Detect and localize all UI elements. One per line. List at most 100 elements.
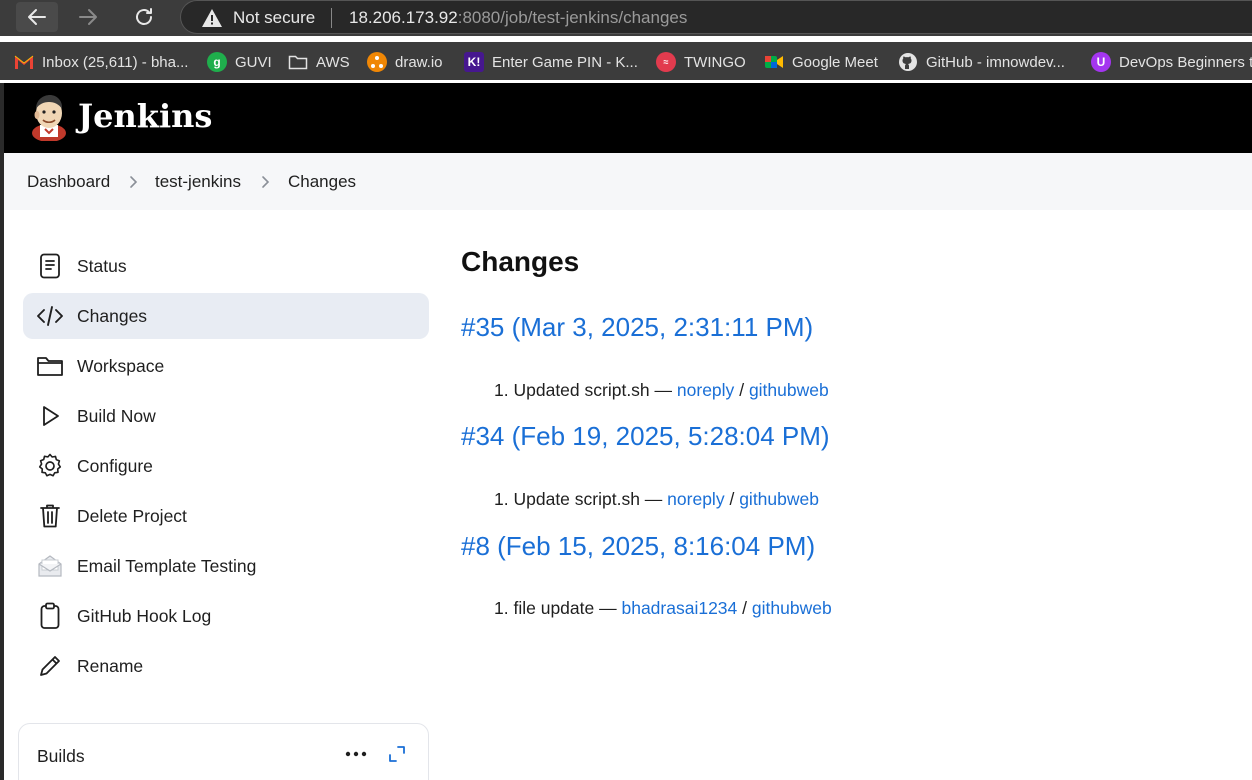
chevron-right-icon (130, 176, 138, 188)
build-8-link[interactable]: #8 (Feb 15, 2025, 8:16:04 PM) (461, 531, 815, 562)
expand-icon[interactable] (387, 744, 407, 764)
sidebar-item-github-hook-log[interactable]: GitHub Hook Log (23, 593, 429, 639)
kahoot-icon: K! (464, 52, 484, 72)
sidebar-item-label: Workspace (77, 355, 165, 376)
sidebar-item-label: Changes (77, 305, 148, 326)
separator: / (742, 598, 748, 618)
forward-button[interactable] (72, 2, 104, 32)
url-text[interactable]: 18.206.173.92:8080/job/test-jenkins/chan… (349, 8, 687, 28)
githubweb-link[interactable]: githubweb (752, 598, 832, 618)
change-entry: 1. file update — bhadrasai1234 / githubw… (494, 598, 832, 619)
browser-toolbar: Not secure 18.206.173.92:8080/job/test-j… (0, 0, 1252, 36)
bookmark-label: Google Meet (792, 53, 878, 71)
sidebar-item-configure[interactable]: Configure (23, 443, 429, 489)
app-title[interactable]: Jenkins (78, 97, 212, 135)
githubweb-link[interactable]: githubweb (749, 380, 829, 400)
sidebar-item-build-now[interactable]: Build Now (23, 393, 429, 439)
twingo-icon: ≈ (656, 52, 676, 72)
warning-icon[interactable] (201, 8, 223, 28)
status-icon (36, 252, 64, 280)
pencil-icon (36, 652, 64, 680)
arrow-left-icon (28, 9, 46, 25)
arrow-right-icon (79, 9, 97, 25)
builds-title: Builds (37, 746, 85, 766)
bookmark-label: TWINGO (684, 53, 746, 71)
gmail-icon (14, 52, 34, 72)
reload-button[interactable] (128, 2, 160, 32)
code-icon (36, 302, 64, 330)
jenkins-header: Jenkins (4, 83, 1252, 153)
trash-icon (36, 502, 64, 530)
change-entry: 1. Updated script.sh — noreply / githubw… (494, 380, 829, 401)
jenkins-logo-icon[interactable] (26, 93, 72, 141)
sidebar-item-status[interactable]: Status (23, 243, 429, 289)
change-entry: 1. Update script.sh — noreply / githubwe… (494, 489, 819, 510)
devops-icon: U (1091, 52, 1111, 72)
bookmark-drawio[interactable]: draw.io (367, 51, 443, 73)
list-number: 1. (494, 489, 509, 509)
sidebar-item-email-template-testing[interactable]: Email Template Testing (23, 543, 429, 589)
sidebar-item-label: Delete Project (77, 505, 187, 526)
build-35-link[interactable]: #35 (Mar 3, 2025, 2:31:11 PM) (461, 312, 813, 343)
build-34-link[interactable]: #34 (Feb 19, 2025, 5:28:04 PM) (461, 421, 830, 452)
sidebar-item-label: GitHub Hook Log (77, 605, 212, 626)
folder-icon (288, 52, 308, 72)
bookmark-label: Inbox (25,611) - bha... (42, 53, 189, 71)
breadcrumb: Dashboard test-jenkins Changes (4, 153, 1252, 210)
bookmark-meet[interactable]: Google Meet (764, 51, 878, 73)
not-secure-label[interactable]: Not secure (233, 8, 315, 28)
folder-icon (36, 352, 64, 380)
address-bar[interactable]: Not secure 18.206.173.92:8080/job/test-j… (180, 0, 1252, 34)
bookmark-devops[interactable]: U DevOps Beginners t... (1091, 51, 1252, 73)
author-link[interactable]: bhadrasai1234 (621, 598, 737, 618)
bookmark-label: AWS (316, 53, 350, 71)
separator: / (729, 489, 735, 509)
sidebar-item-label: Status (77, 255, 127, 276)
bookmark-label: draw.io (395, 53, 443, 71)
page-title: Changes (461, 246, 580, 277)
divider (331, 8, 332, 28)
sidebar-item-label: Configure (77, 455, 153, 476)
author-link[interactable]: noreply (667, 489, 724, 509)
sidebar-item-label: Build Now (77, 405, 156, 426)
change-message: Update script.sh — (513, 489, 663, 509)
bookmarks-bar: Inbox (25,611) - bha... g GUVI AWS draw.… (0, 42, 1252, 80)
bookmark-aws[interactable]: AWS (288, 51, 350, 73)
sidebar-item-delete-project[interactable]: Delete Project (23, 493, 429, 539)
more-options-icon[interactable] (344, 744, 368, 764)
clipboard-icon (36, 602, 64, 630)
url-path: :8080/job/test-jenkins/changes (457, 8, 688, 27)
separator: / (739, 380, 745, 400)
reload-icon (136, 8, 152, 25)
breadcrumb-job[interactable]: test-jenkins (155, 172, 241, 192)
bookmark-label: Enter Game PIN - K... (492, 53, 638, 71)
bookmark-label: GitHub - imnowdev... (926, 53, 1065, 71)
url-host: 18.206.173.92 (349, 8, 458, 27)
bookmark-github[interactable]: GitHub - imnowdev... (898, 51, 1065, 73)
sidebar-item-rename[interactable]: Rename (23, 643, 429, 689)
drawio-icon (367, 52, 387, 72)
bookmark-label: GUVI (235, 53, 272, 71)
breadcrumb-dashboard[interactable]: Dashboard (27, 172, 110, 192)
list-number: 1. (494, 380, 509, 400)
meet-icon (764, 52, 784, 72)
bookmark-inbox[interactable]: Inbox (25,611) - bha... (14, 51, 188, 73)
bookmark-twingo[interactable]: ≈ TWINGO (656, 51, 746, 73)
bookmark-label: DevOps Beginners t... (1119, 53, 1252, 71)
envelope-icon (36, 552, 64, 580)
play-icon (36, 402, 64, 430)
github-icon (898, 52, 918, 72)
bookmark-kahoot[interactable]: K! Enter Game PIN - K... (464, 51, 638, 73)
gear-icon (36, 452, 64, 480)
breadcrumb-changes[interactable]: Changes (288, 172, 356, 192)
author-link[interactable]: noreply (677, 380, 734, 400)
back-button[interactable] (16, 2, 58, 32)
chevron-right-icon (262, 176, 270, 188)
bookmark-guvi[interactable]: g GUVI (207, 51, 272, 73)
sidebar-item-changes[interactable]: Changes (23, 293, 429, 339)
builds-widget: Builds (18, 723, 429, 780)
list-number: 1. (494, 598, 509, 618)
sidebar-item-workspace[interactable]: Workspace (23, 343, 429, 389)
change-message: Updated script.sh — (513, 380, 673, 400)
githubweb-link[interactable]: githubweb (739, 489, 819, 509)
